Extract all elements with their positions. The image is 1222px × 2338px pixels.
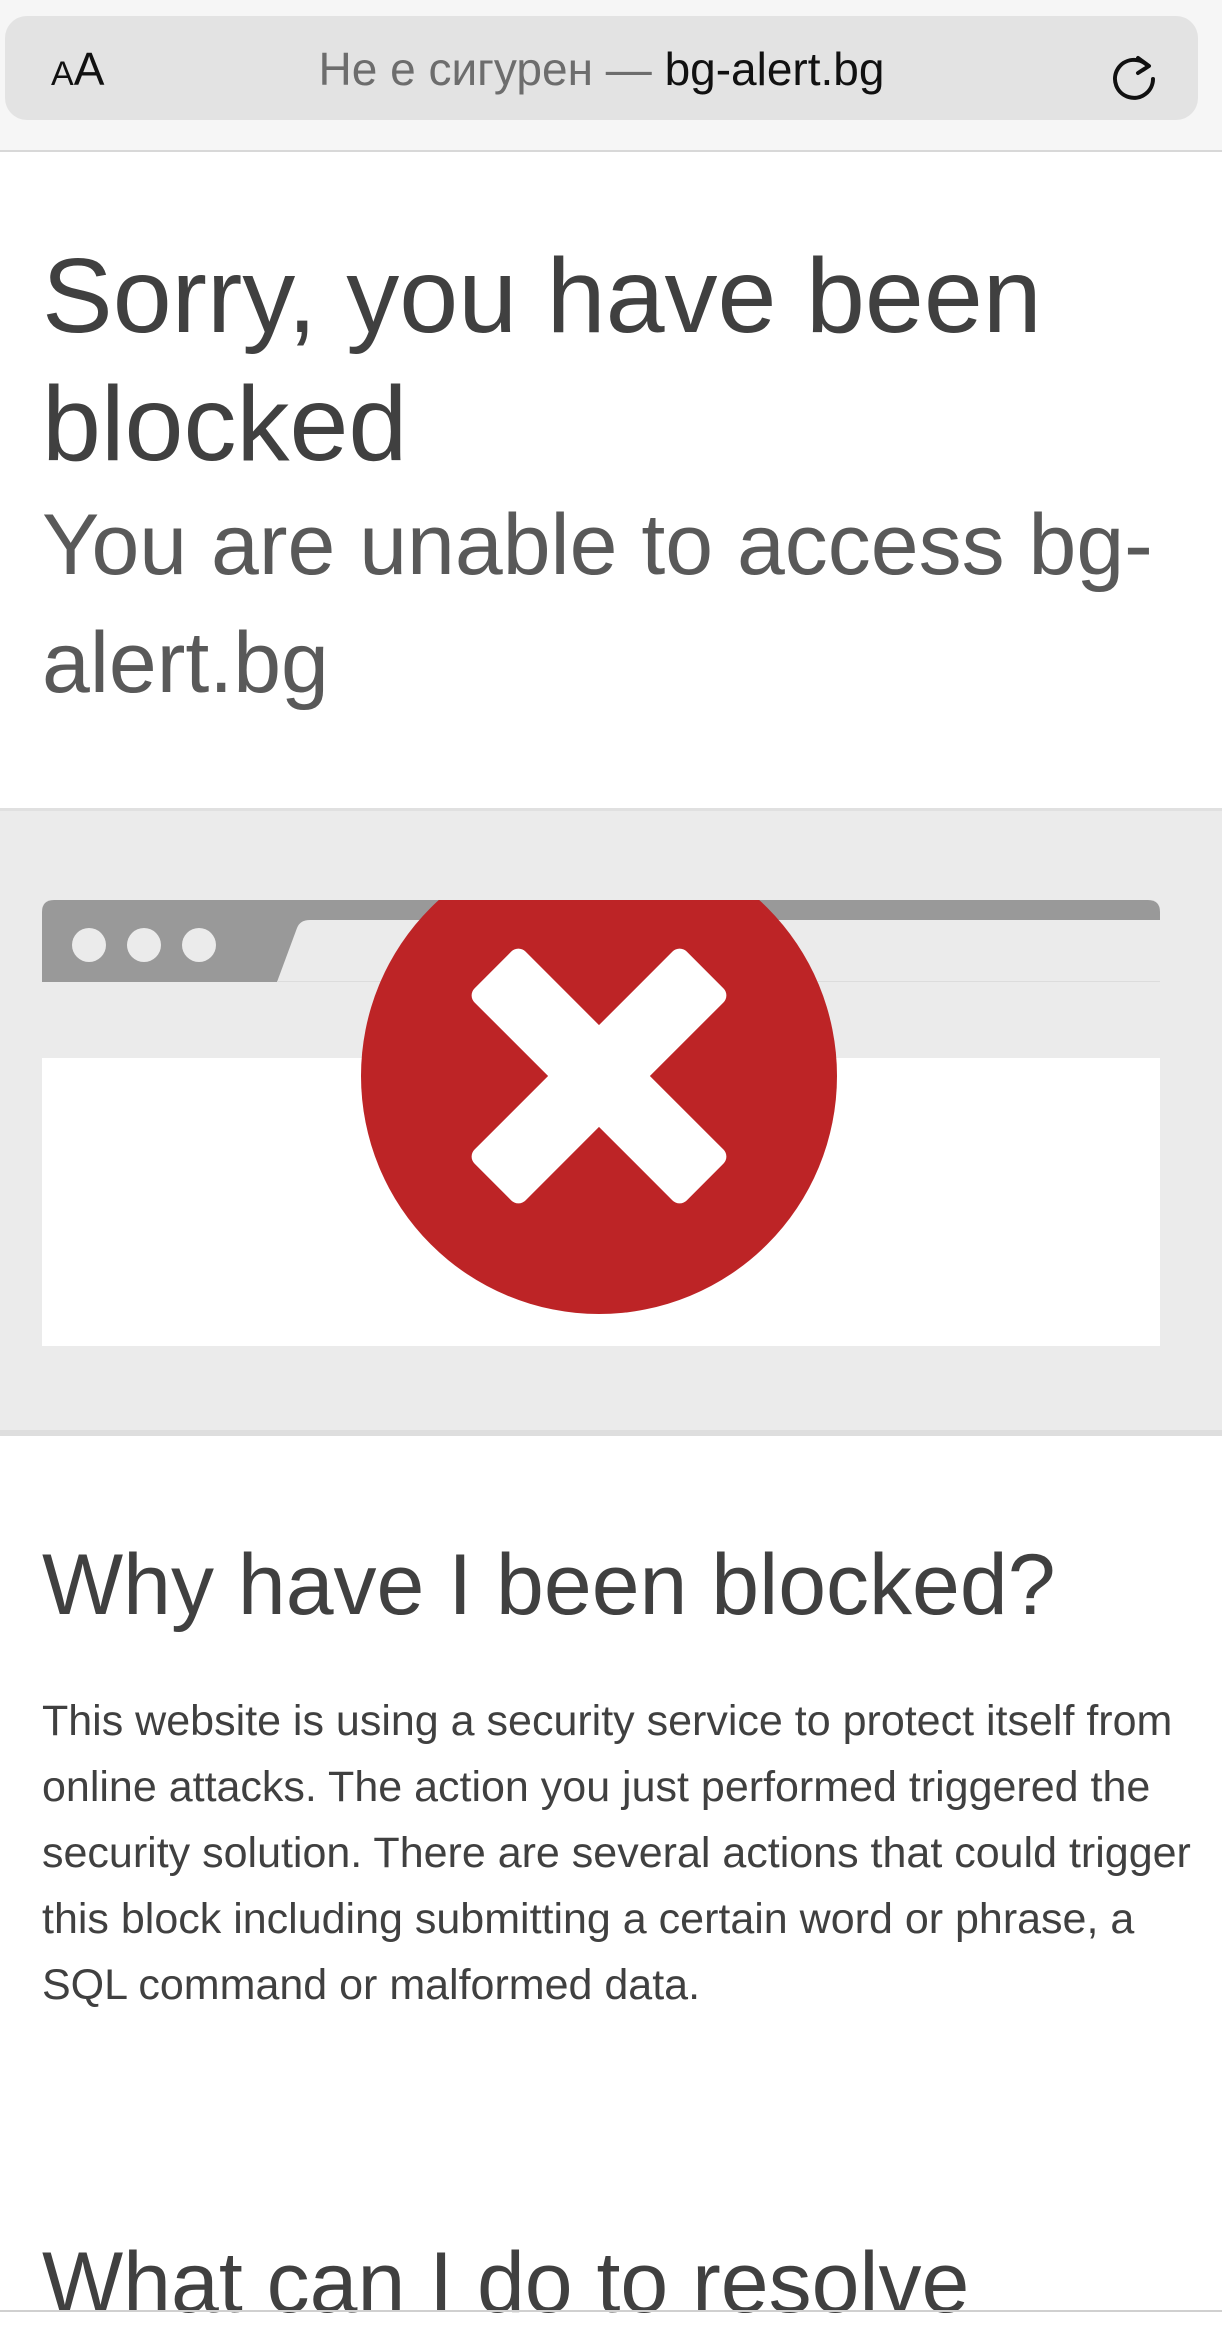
page-subtitle: You are unable to access bg-alert.bg xyxy=(42,497,1153,711)
why-blocked-heading: Why have I been blocked? xyxy=(42,1537,1056,1633)
blocked-browser-illustration xyxy=(42,900,1160,1346)
url-display[interactable]: Не е сигурен — bg-alert.bg xyxy=(5,44,1198,94)
url-domain: bg-alert.bg xyxy=(664,43,885,95)
url-field[interactable]: AA Не е сигурен — bg-alert.bg xyxy=(5,16,1198,120)
browser-address-bar: AA Не е сигурен — bg-alert.bg xyxy=(0,0,1222,152)
insecure-label: Не е сигурен — xyxy=(318,43,652,95)
why-blocked-text: This website is using a security service… xyxy=(42,1697,1191,2009)
reload-icon[interactable] xyxy=(1108,52,1160,104)
page-title: Sorry, you have been blocked xyxy=(42,237,1042,483)
toolbar-divider xyxy=(0,2310,1222,2312)
